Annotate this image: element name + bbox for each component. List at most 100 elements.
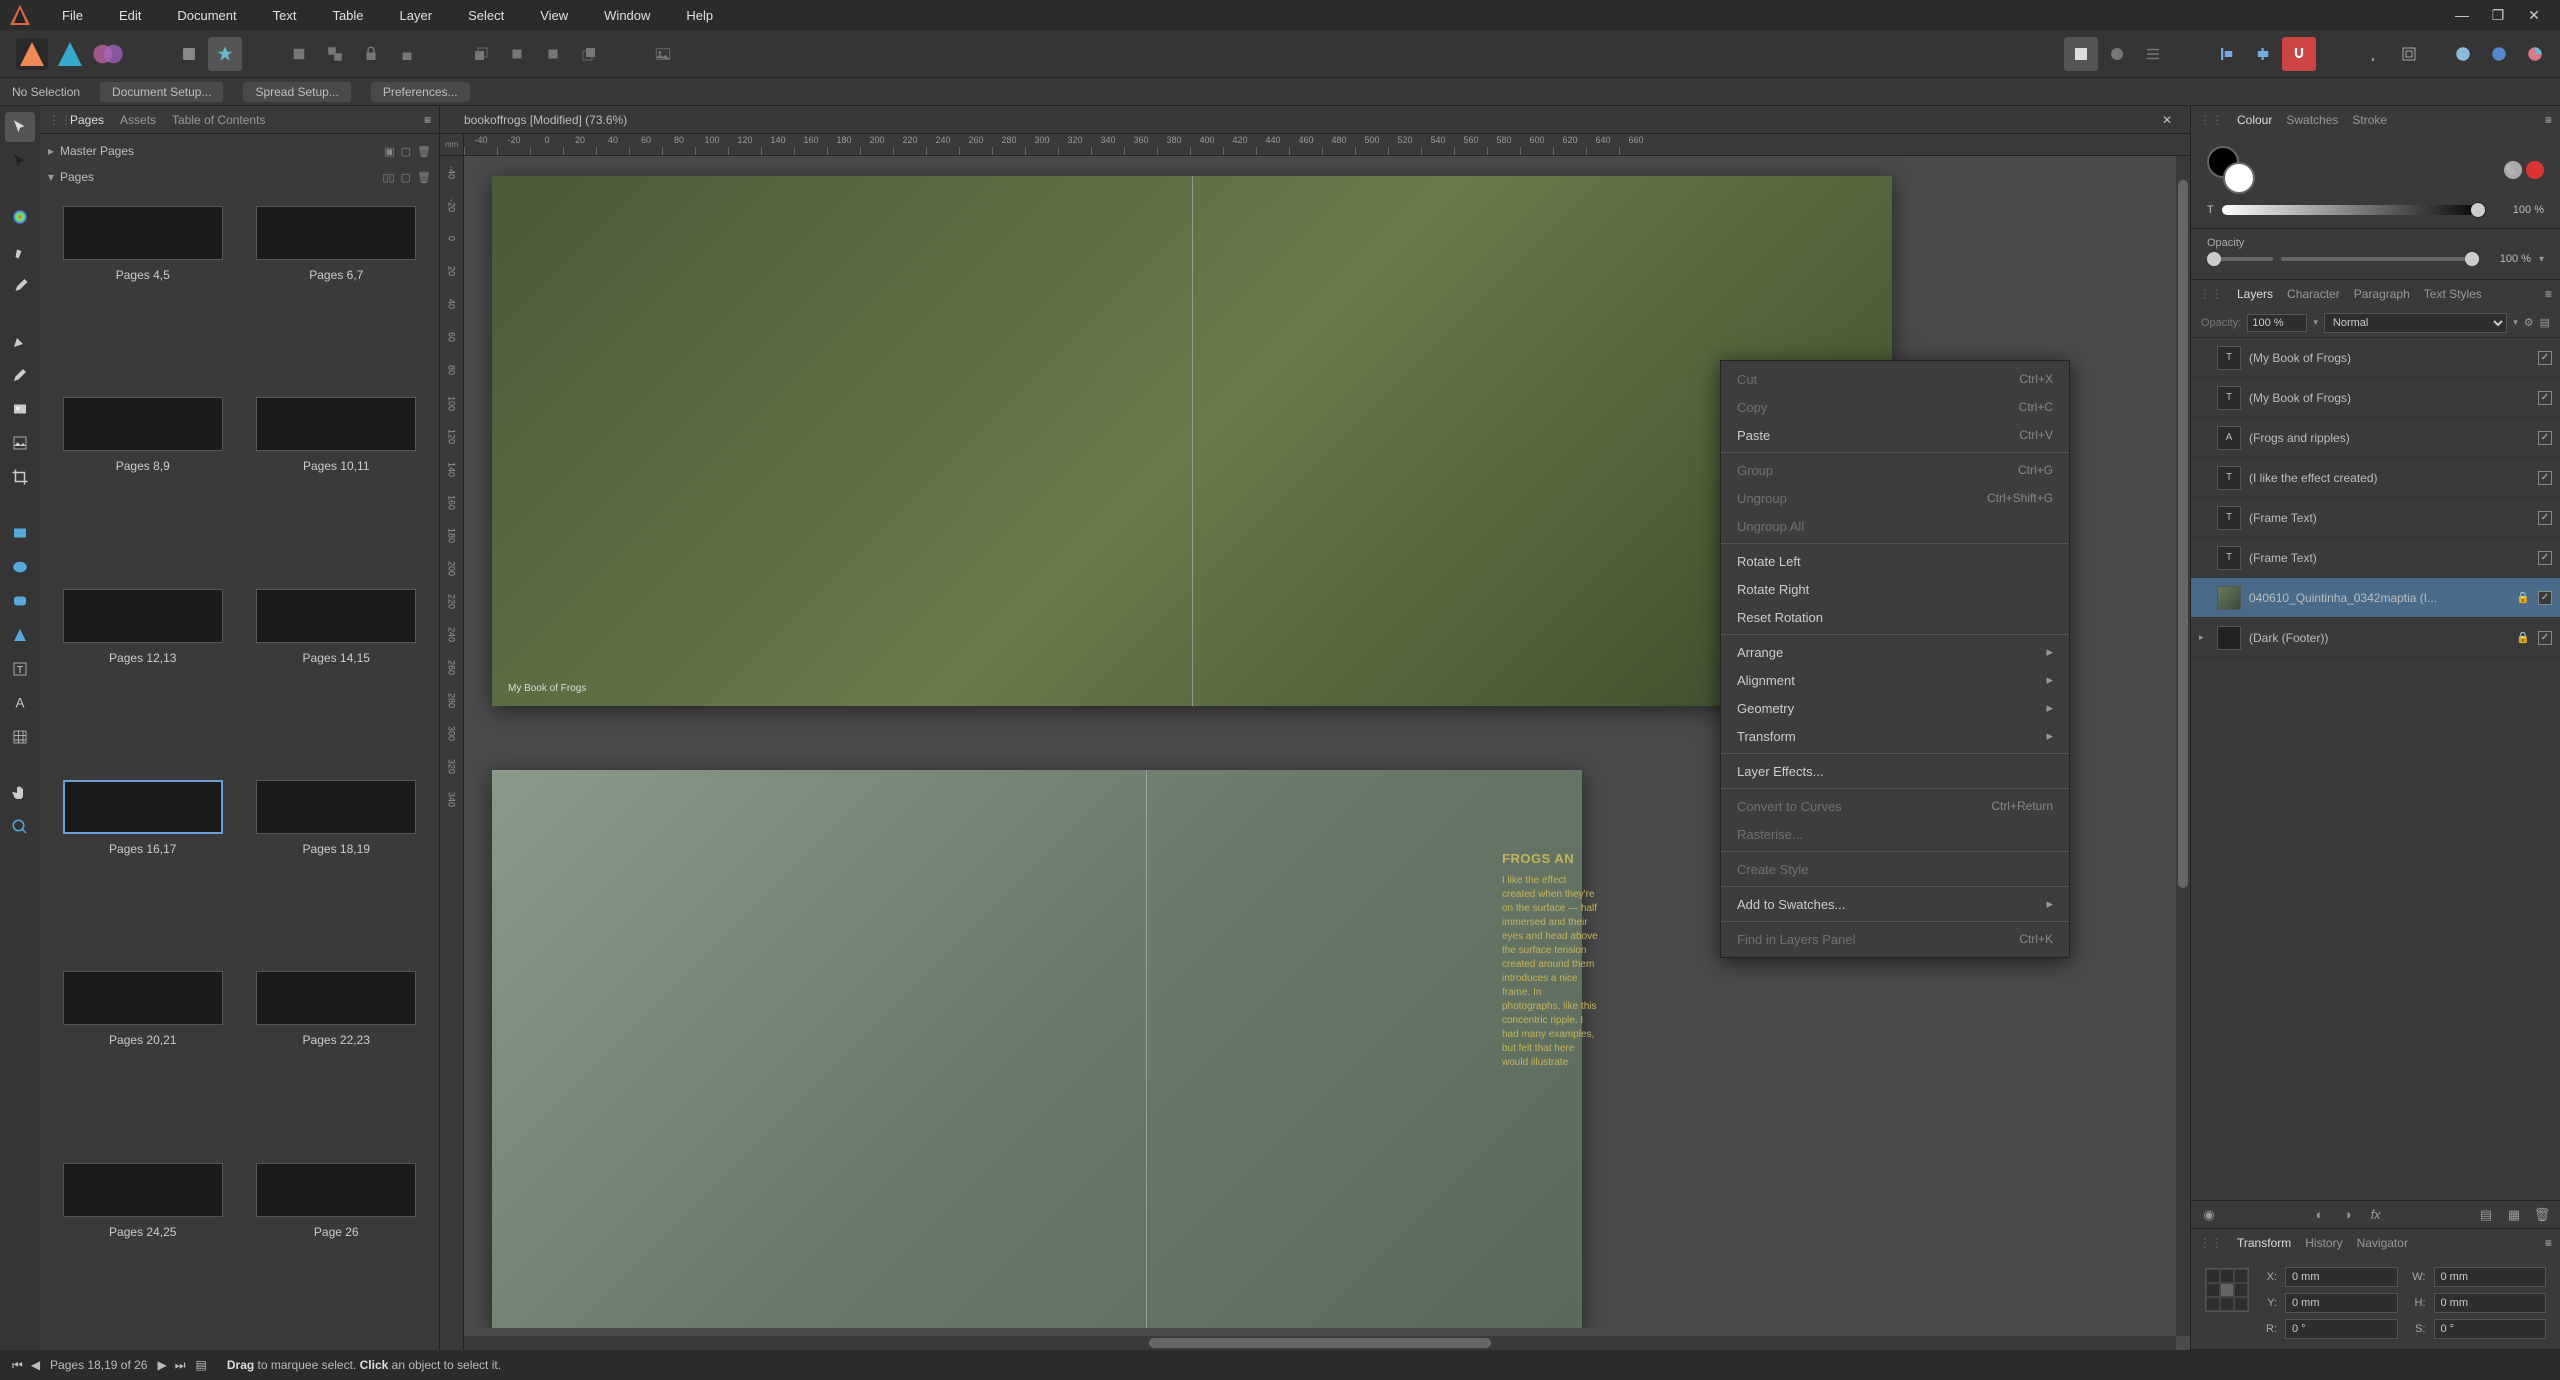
zoom-tool-icon[interactable] bbox=[5, 812, 35, 842]
colour-picker-icon[interactable] bbox=[5, 202, 35, 232]
spread-setup-button[interactable]: Spread Setup... bbox=[243, 82, 350, 102]
hand-tool-icon[interactable] bbox=[5, 778, 35, 808]
scrollbar-thumb[interactable] bbox=[2178, 180, 2188, 888]
document-setup-button[interactable]: Document Setup... bbox=[100, 82, 223, 102]
prev-page-icon[interactable]: ◀ bbox=[29, 1358, 42, 1373]
page-thumbnail[interactable]: Pages 18,19 bbox=[246, 780, 428, 955]
lock-icon[interactable]: 🔒 bbox=[2516, 631, 2530, 644]
spread-16-17[interactable]: My Book of Frogs bbox=[492, 176, 1892, 706]
pin-icon[interactable] bbox=[2356, 37, 2390, 71]
layer-item[interactable]: T(I like the effect created)✓ bbox=[2191, 458, 2560, 498]
panel-handle-icon[interactable]: ⋮⋮ bbox=[2199, 113, 2223, 127]
menu-text[interactable]: Text bbox=[255, 2, 315, 29]
spread-18-19[interactable]: FROGS AN I like the effect created when … bbox=[492, 770, 1582, 1328]
view-options-icon[interactable]: ▤ bbox=[196, 1358, 207, 1372]
clip-inside-icon[interactable] bbox=[282, 37, 316, 71]
transform-s-input[interactable] bbox=[2434, 1319, 2547, 1339]
menu-window[interactable]: Window bbox=[586, 2, 668, 29]
lock-icon[interactable] bbox=[354, 37, 388, 71]
unlock-icon[interactable] bbox=[390, 37, 424, 71]
tab-assets[interactable]: Assets bbox=[120, 113, 156, 127]
blend-mode-select[interactable]: Normal bbox=[2324, 313, 2507, 333]
visibility-checkbox[interactable]: ✓ bbox=[2538, 351, 2552, 365]
place-image-icon[interactable] bbox=[5, 428, 35, 458]
blend-dropdown-icon[interactable]: ▾ bbox=[2513, 317, 2518, 328]
gear-icon[interactable]: ⚙ bbox=[2524, 316, 2534, 329]
menu-file[interactable]: File bbox=[44, 2, 101, 29]
artistic-text-icon[interactable]: A bbox=[5, 688, 35, 718]
page-thumbnail[interactable]: Pages 6,7 bbox=[246, 206, 428, 381]
vertical-ruler[interactable]: -40-200204060801001201401601802002202402… bbox=[440, 156, 464, 1350]
layer-item[interactable]: T(My Book of Frogs)✓ bbox=[2191, 378, 2560, 418]
visibility-checkbox[interactable]: ✓ bbox=[2538, 631, 2552, 645]
last-page-icon[interactable]: ⏭ bbox=[173, 1358, 188, 1373]
visibility-checkbox[interactable]: ✓ bbox=[2538, 431, 2552, 445]
context-menu-item[interactable]: Rotate Right bbox=[1721, 575, 2069, 603]
page-thumbnail[interactable]: Pages 12,13 bbox=[52, 589, 234, 764]
align-center-icon[interactable] bbox=[2246, 37, 2280, 71]
menu-layer[interactable]: Layer bbox=[382, 2, 451, 29]
page-thumbnail[interactable]: Pages 22,23 bbox=[246, 971, 428, 1146]
pen-tool-icon[interactable] bbox=[5, 326, 35, 356]
tab-transform[interactable]: Transform bbox=[2237, 1236, 2291, 1250]
tab-paragraph[interactable]: Paragraph bbox=[2354, 287, 2410, 301]
preview-mode-icon[interactable] bbox=[2064, 37, 2098, 71]
picture-frame-icon[interactable] bbox=[5, 394, 35, 424]
first-page-icon[interactable]: ⏮ bbox=[10, 1358, 25, 1373]
persona-designer-icon[interactable] bbox=[54, 38, 86, 70]
ellipse-frame-icon[interactable] bbox=[5, 552, 35, 582]
table-tool-icon[interactable] bbox=[5, 722, 35, 752]
document-tab[interactable]: bookoffrogs [Modified] (73.6%) bbox=[452, 113, 639, 127]
crop-tool-icon[interactable] bbox=[5, 462, 35, 492]
adjustment-icon[interactable]: ◑ bbox=[2338, 1205, 2358, 1225]
panel-menu-icon[interactable]: ≡ bbox=[2545, 1236, 2552, 1250]
move-front-icon[interactable] bbox=[572, 37, 606, 71]
menu-edit[interactable]: Edit bbox=[101, 2, 159, 29]
transform-r-input[interactable] bbox=[2285, 1319, 2398, 1339]
layer-opacity-input[interactable] bbox=[2247, 314, 2307, 332]
horizontal-scrollbar[interactable] bbox=[464, 1336, 2176, 1350]
page-thumbnail[interactable]: Pages 14,15 bbox=[246, 589, 428, 764]
maximize-icon[interactable]: ❐ bbox=[2488, 5, 2508, 25]
panel-menu-icon[interactable]: ≡ bbox=[2545, 287, 2552, 301]
close-icon[interactable]: ✕ bbox=[2524, 5, 2544, 25]
tab-colour[interactable]: Colour bbox=[2237, 113, 2272, 127]
context-menu-item[interactable]: Geometry▸ bbox=[1721, 694, 2069, 722]
pages-row[interactable]: ▾ Pages ▯▯▢🗑 bbox=[48, 164, 431, 190]
scrollbar-thumb[interactable] bbox=[1149, 1338, 1491, 1348]
page-thumbnail[interactable]: Pages 20,21 bbox=[52, 971, 234, 1146]
persona-publisher-icon[interactable] bbox=[16, 38, 48, 70]
baseline-grid-icon[interactable] bbox=[2136, 37, 2170, 71]
add-master-icon[interactable]: ▣ bbox=[384, 145, 394, 158]
context-menu-item[interactable]: Transform▸ bbox=[1721, 722, 2069, 750]
tab-pages[interactable]: Pages bbox=[70, 113, 104, 127]
layer-item[interactable]: ▸(Dark (Footer))🔒✓ bbox=[2191, 618, 2560, 658]
tab-stroke[interactable]: Stroke bbox=[2352, 113, 2387, 127]
collapse-icon[interactable]: ▾ bbox=[48, 170, 60, 184]
panel-menu-icon[interactable]: ≡ bbox=[424, 113, 431, 127]
menu-table[interactable]: Table bbox=[314, 2, 381, 29]
pencil-tool-icon[interactable] bbox=[5, 360, 35, 390]
layer-item[interactable]: A(Frogs and ripples)✓ bbox=[2191, 418, 2560, 458]
align-left-icon[interactable] bbox=[2210, 37, 2244, 71]
view-split-icon[interactable] bbox=[2482, 37, 2516, 71]
colour-wells[interactable] bbox=[2207, 146, 2255, 194]
close-document-icon[interactable]: ✕ bbox=[2156, 113, 2178, 127]
context-menu-item[interactable]: Add to Swatches...▸ bbox=[1721, 890, 2069, 918]
recent-colour-icon[interactable] bbox=[2526, 161, 2544, 179]
context-menu-item[interactable]: Alignment▸ bbox=[1721, 666, 2069, 694]
menu-select[interactable]: Select bbox=[450, 2, 522, 29]
persona-photo-icon[interactable] bbox=[92, 38, 124, 70]
page-thumbnail[interactable]: Pages 16,17 bbox=[52, 780, 234, 955]
delete-layer-icon[interactable]: 🗑 bbox=[2532, 1205, 2552, 1225]
back-one-icon[interactable] bbox=[500, 37, 534, 71]
minimize-icon[interactable]: — bbox=[2452, 5, 2472, 25]
brush-tool-icon[interactable] bbox=[5, 270, 35, 300]
transform-y-input[interactable] bbox=[2285, 1293, 2398, 1313]
menu-help[interactable]: Help bbox=[668, 2, 731, 29]
menu-document[interactable]: Document bbox=[159, 2, 254, 29]
context-menu-item[interactable]: Arrange▸ bbox=[1721, 638, 2069, 666]
panel-menu-icon[interactable]: ≡ bbox=[2545, 113, 2552, 127]
tab-text-styles[interactable]: Text Styles bbox=[2424, 287, 2482, 301]
opacity-dropdown-icon[interactable]: ▾ bbox=[2313, 317, 2318, 328]
